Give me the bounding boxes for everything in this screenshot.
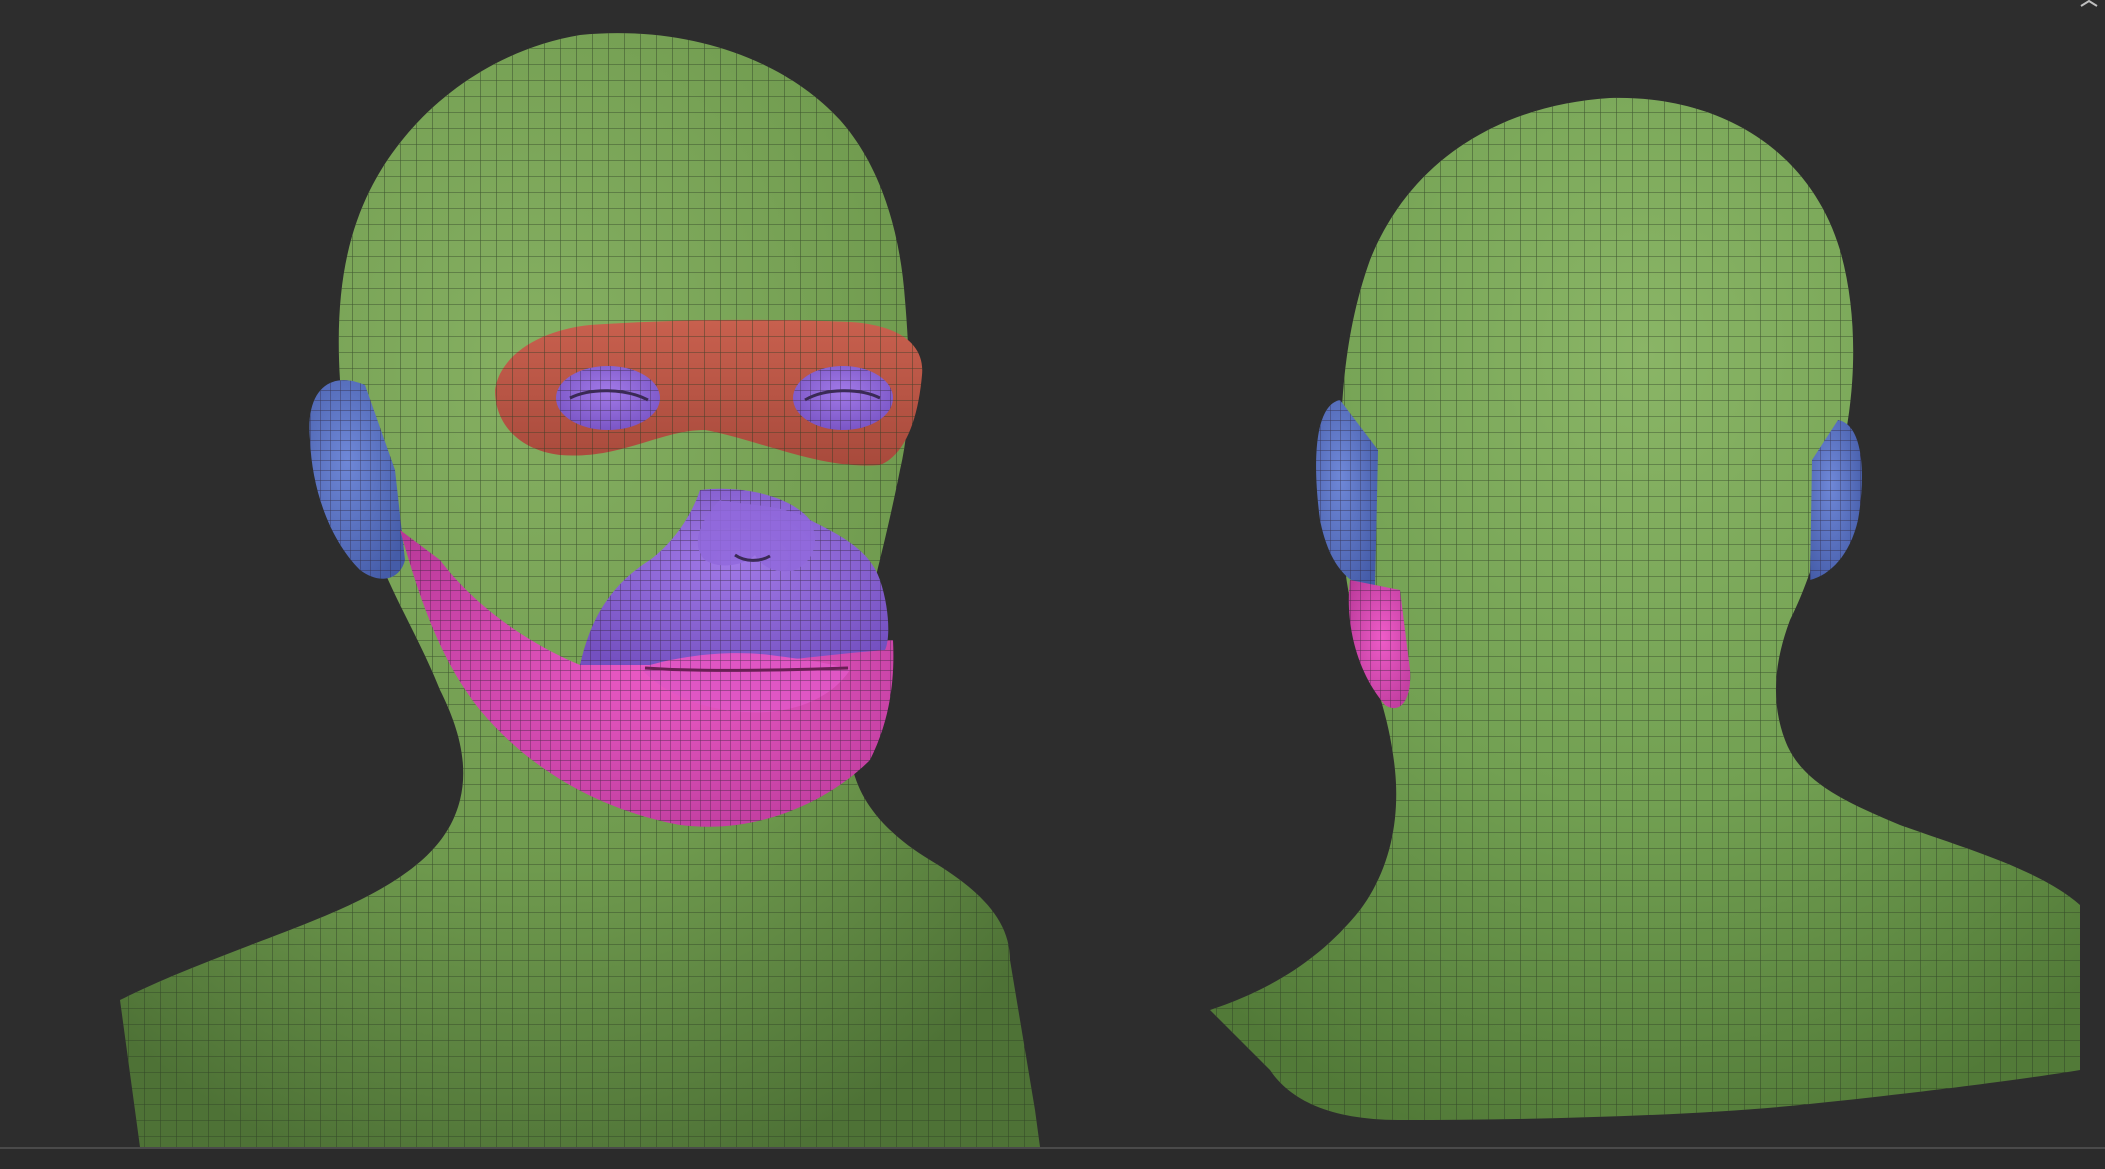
corner-handle-icon	[2080, 0, 2098, 7]
head-front-model[interactable]	[120, 33, 1040, 1148]
3d-viewport[interactable]	[0, 0, 2105, 1169]
viewport-bottom-strip	[0, 1149, 2105, 1169]
scene-canvas[interactable]	[0, 0, 2105, 1169]
head-back-model[interactable]	[1210, 97, 2080, 1120]
